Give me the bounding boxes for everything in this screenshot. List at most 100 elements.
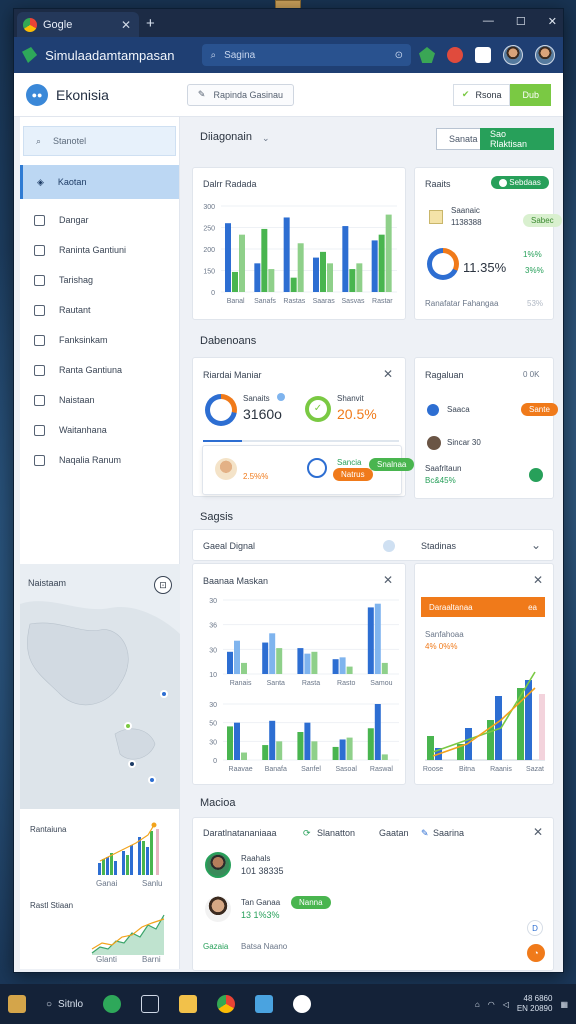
sidebar-item-label: Dangar (59, 215, 89, 225)
header-primary-button[interactable]: Dub (510, 83, 551, 106)
y-tick-label: 150 (203, 269, 215, 276)
taskbar-search-label: Sitnlo (58, 998, 84, 1010)
map-pin[interactable] (148, 776, 156, 784)
metric-value: 20.5% (337, 406, 377, 422)
page-icon (34, 394, 45, 406)
x-tick-label: Rasta (302, 680, 320, 687)
card-title: Gaeal Dignal (203, 541, 256, 551)
compass-icon: ◈ (37, 176, 44, 187)
y-tick-label: 30 (209, 739, 217, 746)
sidebar-item-label: Naqalia Ranum (59, 455, 122, 465)
window-icon[interactable] (141, 995, 160, 1013)
y-tick-label: 30 (209, 598, 217, 605)
bar (367, 728, 374, 760)
browser-tab[interactable]: Gogle ✕ (17, 12, 139, 37)
toggle-icon[interactable] (383, 540, 395, 552)
card-corner-value: 0 0K (523, 370, 540, 379)
notification-icon[interactable]: ▦ (560, 1000, 568, 1009)
bar (385, 214, 392, 292)
sidebar-item[interactable]: Fanksinkam (20, 325, 179, 355)
minimize-icon[interactable]: — (483, 15, 494, 28)
y-tick-label: 250 (203, 226, 215, 233)
map-pin[interactable] (124, 722, 132, 730)
signal-bar[interactable]: Gaeal Dignal Stadinas ⌄ (192, 529, 554, 561)
close-icon[interactable]: ✕ (383, 367, 393, 381)
sidebar-item[interactable]: Naqalia Ranum (20, 445, 179, 475)
profile-card-icon[interactable] (475, 47, 491, 63)
sidebar-item[interactable]: Raninta Gantiuni (20, 235, 179, 265)
list-item[interactable]: Raahals 101 38335 (193, 846, 555, 886)
page-icon (34, 454, 45, 466)
mini-chart-label: Barni (142, 955, 161, 964)
list-item[interactable]: Tan Ganaa Nanna 13 1%3% (193, 890, 555, 930)
bar (304, 653, 311, 674)
bar (254, 263, 261, 292)
chat-icon[interactable]: ◔ (527, 944, 545, 962)
x-tick-label: Rastar (372, 298, 393, 305)
sidebar-item-active[interactable]: ◈ Kaotan (20, 165, 179, 199)
folder-icon[interactable] (179, 995, 198, 1013)
bar (241, 752, 247, 760)
file-explorer-icon[interactable] (8, 995, 26, 1013)
sidebar-item[interactable]: Dangar (20, 205, 179, 235)
close-icon[interactable]: ✕ (533, 825, 543, 839)
clock[interactable]: 48 6860 EN 20890 (517, 994, 553, 1014)
taskbar-search[interactable]: ○ Sitnlo (46, 999, 83, 1010)
mini-chart-label: Sanlu (142, 879, 163, 888)
row-tag: Sabec (523, 214, 562, 227)
row-name: Saanaic (451, 206, 480, 215)
y-tick-label: 300 (203, 204, 215, 211)
sidebar-item[interactable]: Tarishag (20, 265, 179, 295)
sidebar-item[interactable]: Rautant (20, 295, 179, 325)
chevron-down-icon[interactable]: ⌄ (531, 538, 541, 552)
map-pin[interactable] (160, 690, 168, 698)
sidebar-item[interactable]: Waitanhana (20, 415, 179, 445)
wifi-icon[interactable]: ◠ (488, 1000, 495, 1009)
store-icon[interactable] (255, 995, 274, 1013)
section-title: Diiagonain (200, 131, 252, 143)
list-footer: Batsa Naano (241, 942, 288, 951)
maximize-icon[interactable]: ☐ (516, 15, 526, 28)
map-panel[interactable]: Naistaam ⊡ (20, 564, 180, 809)
section-title: Macioa (200, 797, 236, 809)
avatar (205, 896, 231, 922)
bar (374, 603, 381, 674)
notification-icon[interactable] (447, 47, 463, 63)
close-tab-icon[interactable]: ✕ (121, 18, 131, 32)
map-layers-icon[interactable]: ⊡ (154, 576, 172, 594)
sidebar-item[interactable]: Ranta Gantiuna (20, 355, 179, 385)
home-icon[interactable] (419, 47, 435, 63)
bar (262, 745, 269, 760)
search-input[interactable]: ⌕ Sagina ⊙ (202, 44, 411, 66)
status-badge[interactable]: Sebdaas (491, 176, 549, 189)
chevron-down-icon[interactable]: ⌄ (262, 133, 270, 144)
avatar[interactable] (535, 45, 555, 65)
lens-icon[interactable]: ⊙ (395, 50, 403, 61)
x-tick-label: Sanafs (254, 298, 276, 305)
sidebar-search[interactable]: ⌕ Stanotel (23, 126, 176, 156)
bar (374, 704, 381, 760)
y-tick-label: 200 (203, 247, 215, 254)
primary-button[interactable]: Sao Rlaktisan (480, 128, 554, 150)
close-window-icon[interactable]: ✕ (548, 15, 557, 28)
sidebar-items: Dangar Raninta Gantiuni Tarishag Rautant Fan… (20, 205, 179, 475)
bar (381, 754, 388, 760)
volume-icon[interactable]: ◁ (503, 1000, 509, 1009)
sidebar-item-label: Waitanhana (59, 425, 107, 435)
network-icon[interactable]: ⌂ (475, 1000, 480, 1009)
new-tab-icon[interactable]: + (146, 15, 155, 32)
chrome-icon[interactable] (217, 995, 236, 1013)
mini-area-chart (91, 914, 165, 955)
breadcrumb[interactable]: ✎ Rapinda Gasinau (186, 83, 295, 106)
info-icon[interactable]: D (527, 920, 543, 936)
app-icon[interactable] (103, 995, 122, 1013)
page-icon (34, 424, 45, 436)
brand-name: Ekonisia (56, 86, 109, 103)
avatar[interactable] (503, 45, 523, 65)
header-action-button[interactable]: ✔ Rsona (452, 83, 511, 106)
sidebar-item[interactable]: Naistaan (20, 385, 179, 415)
app-icon[interactable] (293, 995, 312, 1013)
map-pin[interactable] (128, 760, 136, 768)
sub-metric-pill: Snalnaa (369, 458, 415, 471)
donut-value: 11.35% (463, 260, 507, 275)
